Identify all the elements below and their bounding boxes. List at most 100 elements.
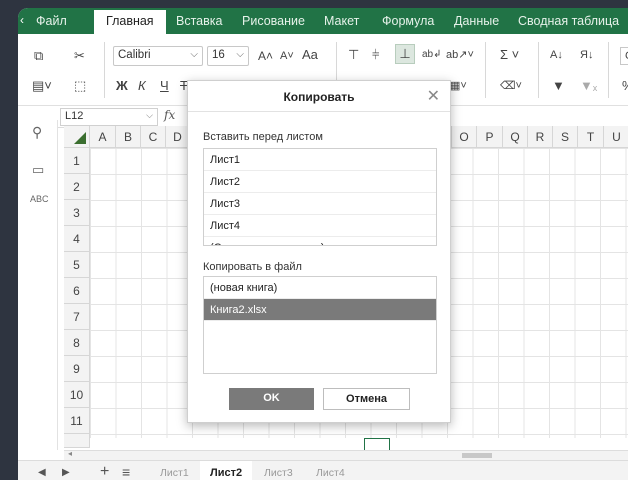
column-header[interactable]: U bbox=[604, 126, 628, 148]
font-size-value: 16 bbox=[212, 49, 225, 61]
tab-insert[interactable]: Вставка bbox=[176, 14, 222, 28]
column-header[interactable]: S bbox=[553, 126, 578, 148]
dialog-title: Копировать bbox=[283, 90, 355, 104]
select-all-corner[interactable] bbox=[64, 126, 90, 148]
column-header[interactable]: O bbox=[452, 126, 477, 148]
row-header[interactable]: 11 bbox=[64, 408, 90, 434]
tab-file[interactable]: Файл bbox=[36, 14, 67, 28]
wrap-text-icon[interactable]: ab↲ bbox=[422, 47, 442, 63]
column-header[interactable]: A bbox=[90, 126, 116, 148]
row-header[interactable]: 10 bbox=[64, 382, 90, 408]
sort-descending-button[interactable]: Я↓ bbox=[580, 47, 593, 63]
column-header[interactable]: Q bbox=[503, 126, 528, 148]
row-header[interactable]: 2 bbox=[64, 174, 90, 200]
back-chevron-icon[interactable]: ‹ bbox=[20, 13, 24, 27]
ribbon-separator bbox=[608, 42, 609, 98]
sheet-list-menu-icon[interactable]: ≡ bbox=[122, 464, 130, 480]
clear-filter-icon[interactable]: ▼ₓ bbox=[580, 78, 597, 94]
horizontal-scrollbar[interactable]: ◂ bbox=[64, 449, 628, 460]
change-case-button[interactable]: Aa bbox=[302, 47, 318, 63]
row-header[interactable]: 8 bbox=[64, 330, 90, 356]
list-item[interactable]: Лист2 bbox=[204, 171, 436, 193]
font-name-value: Calibri bbox=[118, 49, 151, 61]
row-header[interactable]: 9 bbox=[64, 356, 90, 382]
list-item[interactable]: (новая книга) bbox=[204, 277, 436, 299]
merge-cells-icon[interactable]: ▦˅ bbox=[450, 78, 467, 94]
prev-sheet-icon[interactable]: ◀ bbox=[38, 467, 46, 478]
autosum-label: Σ bbox=[500, 47, 509, 62]
ribbon-tab-bar: ‹ Файл Главная Вставка Рисование Макет Ф… bbox=[18, 8, 628, 36]
insert-before-list[interactable]: Лист1 Лист2 Лист3 Лист4 (Скопировать в к… bbox=[203, 148, 437, 246]
align-bottom-icon[interactable]: ⊥ bbox=[395, 44, 415, 64]
column-header[interactable]: B bbox=[116, 126, 141, 148]
ok-button[interactable]: OK bbox=[229, 388, 314, 410]
row-header[interactable]: 4 bbox=[64, 226, 90, 252]
sort-ascending-button[interactable]: А↓ bbox=[550, 47, 563, 63]
ribbon-separator bbox=[485, 42, 486, 98]
chevron-down-icon: ⌵ bbox=[190, 49, 198, 60]
autosum-icon[interactable]: Σ ˅ bbox=[500, 47, 519, 63]
row-header[interactable]: 7 bbox=[64, 304, 90, 330]
font-name-select[interactable]: Calibri ⌵ bbox=[113, 46, 203, 66]
tab-draw[interactable]: Рисование bbox=[242, 14, 305, 28]
target-file-list[interactable]: (новая книга) Книга2.xlsx bbox=[203, 276, 437, 374]
list-item[interactable]: Лист3 bbox=[204, 193, 436, 215]
insert-before-label: Вставить перед листом bbox=[203, 131, 323, 143]
filter-icon[interactable]: ▼ bbox=[552, 78, 565, 94]
percent-button[interactable]: % bbox=[622, 78, 628, 94]
next-sheet-icon[interactable]: ▶ bbox=[62, 467, 70, 478]
search-icon[interactable]: ⚲ bbox=[32, 124, 42, 141]
ribbon-separator bbox=[104, 42, 105, 98]
list-item[interactable]: (Скопировать в конец) bbox=[204, 237, 436, 245]
shrink-font-button[interactable]: A˅ bbox=[280, 48, 294, 64]
tab-data[interactable]: Данные bbox=[454, 14, 499, 28]
comment-icon[interactable]: ▭ bbox=[32, 162, 44, 178]
paste-icon[interactable]: ▤˅ bbox=[32, 78, 52, 94]
italic-button[interactable]: К bbox=[138, 78, 146, 94]
list-item[interactable]: Лист1 bbox=[204, 149, 436, 171]
grow-font-button[interactable]: A˄ bbox=[258, 48, 273, 64]
tab-home[interactable]: Главная bbox=[94, 10, 166, 36]
row-header[interactable]: 3 bbox=[64, 200, 90, 226]
align-top-icon[interactable]: ⊤ bbox=[348, 47, 359, 63]
row-header[interactable]: 1 bbox=[64, 148, 90, 174]
add-sheet-button[interactable]: + bbox=[100, 463, 109, 480]
font-size-select[interactable]: 16 ⌵ bbox=[207, 46, 249, 66]
column-header[interactable]: T bbox=[578, 126, 604, 148]
align-middle-icon[interactable]: ⫩ bbox=[372, 47, 379, 63]
name-box[interactable]: L12 ⌵ bbox=[60, 108, 158, 126]
sheet-tab-bar: ◀ ▶ + ≡ Лист1 Лист2 Лист3 Лист4 bbox=[18, 460, 628, 480]
sheet-tab[interactable]: Лист1 bbox=[160, 467, 189, 479]
chevron-down-icon: ⌵ bbox=[146, 110, 153, 120]
tab-formula[interactable]: Формула bbox=[382, 14, 434, 28]
dialog-header: Копировать ✕ bbox=[188, 81, 450, 112]
cancel-button[interactable]: Отмена bbox=[323, 388, 410, 410]
function-icon[interactable]: fx bbox=[164, 108, 175, 122]
column-header[interactable]: R bbox=[528, 126, 553, 148]
row-header[interactable] bbox=[64, 434, 90, 448]
orientation-icon[interactable]: ab↗˅ bbox=[446, 47, 474, 63]
close-icon[interactable]: ✕ bbox=[427, 86, 440, 106]
list-item-selected[interactable]: Книга2.xlsx bbox=[204, 299, 436, 321]
bold-button[interactable]: Ж bbox=[116, 78, 128, 94]
select-icon[interactable]: ⬚ bbox=[74, 78, 86, 94]
row-header[interactable]: 5 bbox=[64, 252, 90, 278]
spellcheck-icon[interactable]: ABC bbox=[30, 194, 49, 204]
tab-layout[interactable]: Макет bbox=[324, 14, 359, 28]
list-item[interactable]: Лист4 bbox=[204, 215, 436, 237]
left-side-panel: ⚲ ▭ ABC bbox=[18, 120, 58, 450]
sheet-tab[interactable]: Лист3 bbox=[264, 467, 293, 479]
row-header[interactable]: 6 bbox=[64, 278, 90, 304]
cut-icon[interactable]: ✂ bbox=[74, 48, 85, 64]
scrollbar-thumb[interactable] bbox=[462, 453, 492, 458]
underline-button[interactable]: Ч bbox=[160, 78, 169, 94]
cond-format-button[interactable]: С bbox=[620, 47, 628, 65]
sheet-tab-active[interactable]: Лист2 bbox=[200, 461, 253, 480]
sheet-tab[interactable]: Лист4 bbox=[316, 467, 345, 479]
scroll-left-icon[interactable]: ◂ bbox=[68, 449, 72, 458]
tab-pivot-table[interactable]: Сводная таблица bbox=[518, 14, 619, 28]
column-header[interactable]: P bbox=[477, 126, 503, 148]
clear-icon[interactable]: ⌫˅ bbox=[500, 78, 522, 94]
column-header[interactable]: C bbox=[141, 126, 166, 148]
copy-icon[interactable]: ⧉ bbox=[34, 48, 43, 64]
